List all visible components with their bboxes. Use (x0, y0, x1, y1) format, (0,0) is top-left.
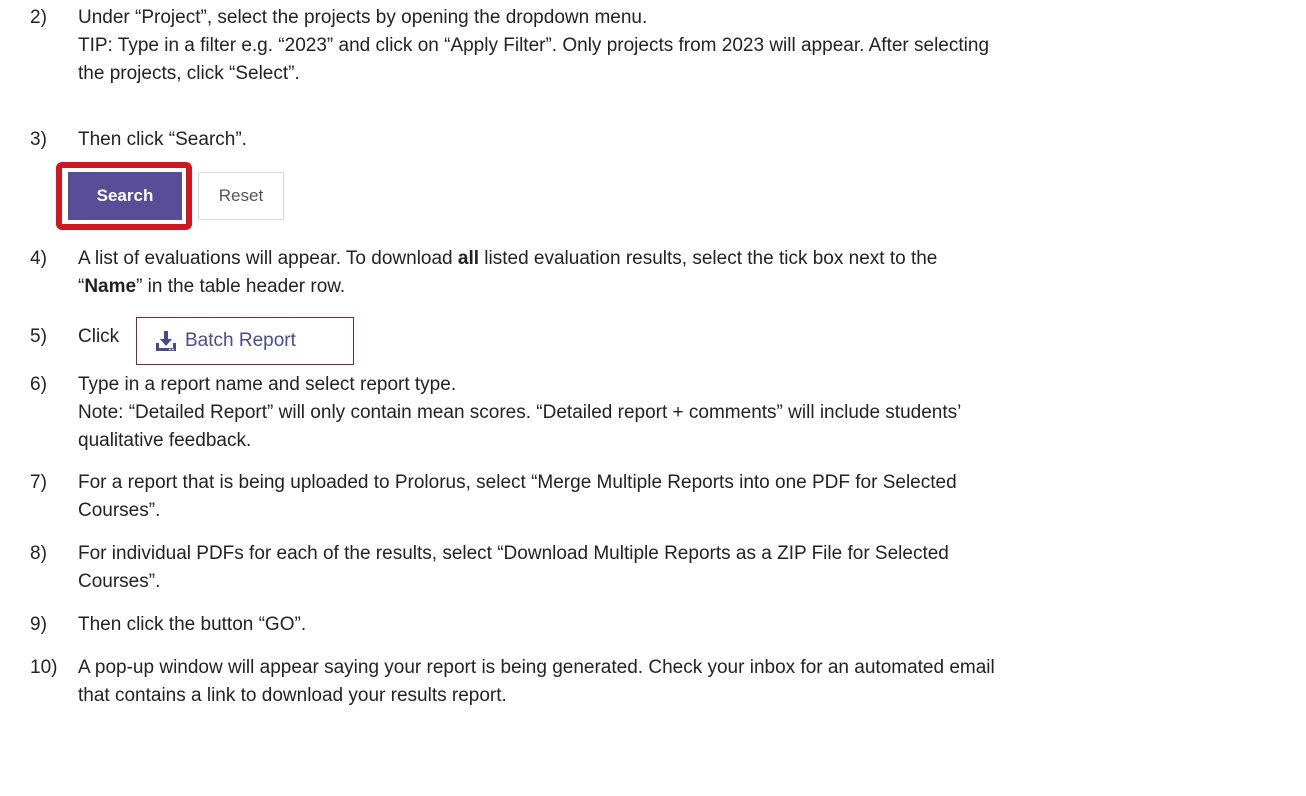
step-text: Then click “Search”. (78, 126, 247, 154)
step-line: qualitative feedback. (78, 430, 252, 451)
step-number: 5) (30, 326, 47, 347)
step-line: Under “Project”, select the projects by … (78, 7, 648, 28)
step-line: Click (78, 326, 120, 347)
step-number: 6) (30, 374, 47, 395)
step-line: that contains a link to download your re… (78, 685, 507, 706)
step-text: Under “Project”, select the projects by … (78, 4, 989, 88)
step-text: A pop-up window will appear saying your … (78, 654, 995, 710)
step-text: Click (78, 323, 119, 351)
batch-report-label: Batch Report (185, 330, 296, 351)
step-line: “Name” in the table header row. (78, 276, 346, 297)
step-number: 2) (30, 7, 47, 28)
step-number: 10) (30, 657, 58, 678)
instruction-document: 2) Under “Project”, select the projects … (0, 0, 1306, 796)
reset-button[interactable]: Reset (198, 172, 284, 220)
step-text: For individual PDFs for each of the resu… (78, 540, 949, 596)
step-line: For a report that is being uploaded to P… (78, 472, 957, 493)
step-number: 8) (30, 543, 47, 564)
batch-report-button[interactable]: Batch Report (136, 317, 354, 365)
step-line: the projects, click “Select”. (78, 63, 300, 84)
step-line: Note: “Detailed Report” will only contai… (78, 402, 962, 423)
step-line: Then click the button “GO”. (78, 614, 307, 635)
step-line: A list of evaluations will appear. To do… (78, 248, 938, 269)
step-line: Type in a report name and select report … (78, 374, 457, 395)
step-line: TIP: Type in a filter e.g. “2023” and cl… (78, 35, 990, 56)
step-line: Courses”. (78, 500, 161, 521)
download-tray-icon (155, 330, 177, 352)
step-line: Courses”. (78, 571, 161, 592)
search-button[interactable]: Search (68, 172, 182, 220)
step-text: For a report that is being uploaded to P… (78, 469, 957, 525)
step-line: For individual PDFs for each of the resu… (78, 543, 949, 564)
step-number: 4) (30, 248, 47, 269)
step-text: A list of evaluations will appear. To do… (78, 245, 937, 301)
step-text: Then click the button “GO”. (78, 611, 306, 639)
step-number: 3) (30, 129, 47, 150)
step-line: A pop-up window will appear saying your … (78, 657, 995, 678)
step-number: 7) (30, 472, 47, 493)
step-line: Then click “Search”. (78, 129, 247, 150)
step-number: 9) (30, 614, 47, 635)
step-text: Type in a report name and select report … (78, 371, 961, 455)
